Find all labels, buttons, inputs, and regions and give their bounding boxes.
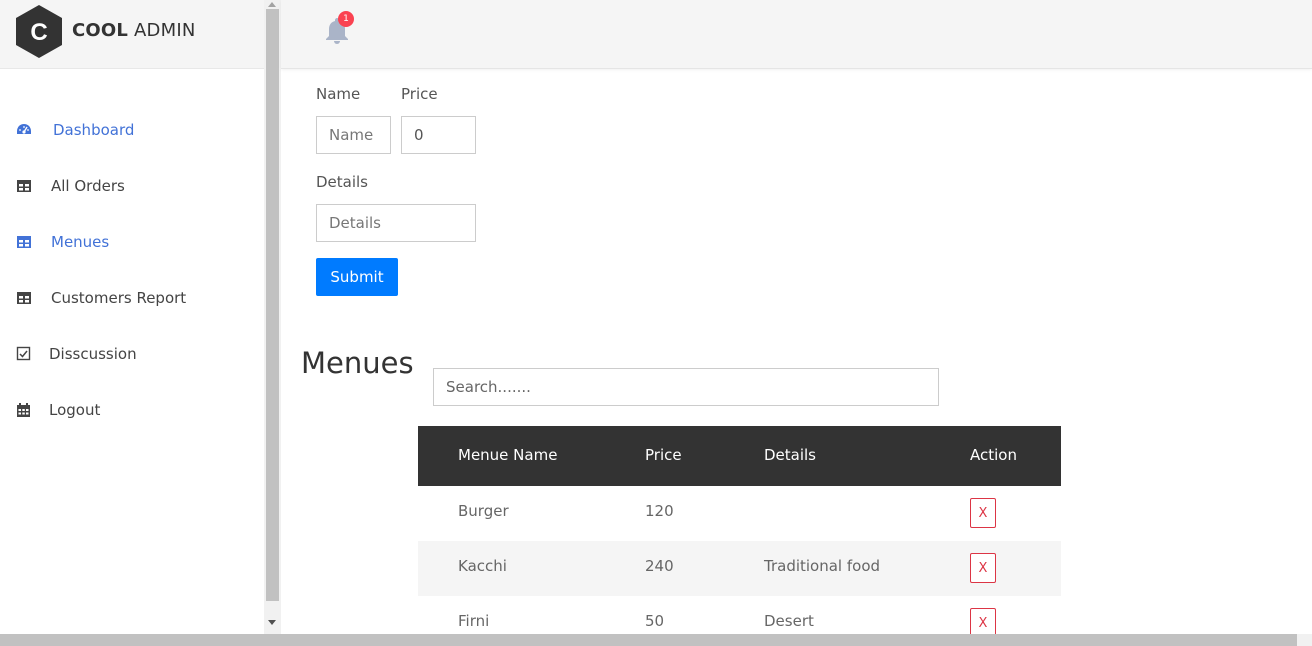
column-header-action: Action (970, 446, 1017, 464)
table-row: Kacchi 240 Traditional food X (418, 541, 1061, 596)
cell-menue-name: Kacchi (458, 557, 507, 575)
logo-letter: C (30, 19, 47, 46)
scrollbar-thumb[interactable] (0, 634, 1297, 646)
brand-name-bold: COOL (72, 20, 129, 41)
notification-badge: 1 (338, 11, 354, 27)
sidebar-item-label: Menues (51, 233, 110, 251)
page-horizontal-scrollbar[interactable] (0, 634, 1312, 646)
table-row: Burger 120 X (418, 486, 1061, 541)
scrollbar-thumb[interactable] (266, 9, 279, 601)
delete-button[interactable]: X (970, 553, 996, 583)
sidebar-item-logout[interactable]: Logout (0, 395, 264, 425)
brand-name[interactable]: COOL ADMIN (72, 20, 196, 41)
sidebar-item-menues[interactable]: Menues (0, 227, 264, 257)
sidebar-item-disscussion[interactable]: Disscussion (0, 339, 264, 369)
name-label: Name (316, 85, 361, 103)
checkbox-icon (16, 346, 31, 361)
sidebar-scrollbar[interactable] (264, 0, 281, 634)
section-title: Menues (301, 346, 414, 380)
sidebar-item-label: Logout (49, 401, 101, 419)
details-label: Details (316, 173, 369, 191)
cell-details: Desert (764, 612, 814, 630)
table-header: Menue Name Price Details Action (418, 426, 1061, 486)
dashboard-gauge-icon (17, 124, 31, 134)
sidebar-item-label: All Orders (51, 177, 125, 195)
table-icon (17, 180, 31, 192)
cell-price: 50 (645, 612, 665, 630)
price-label: Price (401, 85, 438, 103)
sidebar-item-label: Customers Report (51, 289, 187, 307)
table-icon (17, 236, 31, 248)
sidebar: Dashboard All Orders Menues Customers Re… (0, 69, 264, 636)
logo-bar: C COOL ADMIN (0, 0, 264, 69)
sidebar-item-dashboard[interactable]: Dashboard (0, 115, 264, 145)
details-input[interactable] (316, 204, 476, 242)
cell-menue-name: Burger (458, 502, 509, 520)
column-header-price[interactable]: Price (645, 446, 682, 464)
logo-hexagon-icon: C (16, 5, 62, 58)
table-icon (17, 292, 31, 304)
cell-price: 120 (645, 502, 674, 520)
calendar-icon (17, 403, 30, 417)
menues-table: Menue Name Price Details Action Burger 1… (418, 426, 1061, 646)
sidebar-item-all-orders[interactable]: All Orders (0, 171, 264, 201)
column-header-details[interactable]: Details (764, 446, 816, 464)
app-root: C COOL ADMIN Dashboard All Orders Menues… (0, 0, 1312, 646)
name-input[interactable] (316, 116, 391, 154)
sidebar-item-customers-report[interactable]: Customers Report (0, 283, 264, 313)
submit-button[interactable]: Submit (316, 258, 398, 296)
cell-price: 240 (645, 557, 674, 575)
sidebar-item-label: Dashboard (53, 121, 135, 139)
search-input[interactable] (433, 368, 939, 406)
cell-details: Traditional food (764, 557, 881, 575)
column-header-menue-name[interactable]: Menue Name (458, 446, 557, 464)
scroll-down-arrow-icon[interactable] (268, 620, 276, 625)
price-input[interactable] (401, 116, 476, 154)
sidebar-item-label: Disscussion (49, 345, 137, 363)
header: 1 (281, 0, 1312, 69)
scroll-up-arrow-icon[interactable] (268, 2, 276, 7)
brand-name-light: ADMIN (134, 20, 196, 41)
delete-button[interactable]: X (970, 498, 996, 528)
cell-menue-name: Firni (458, 612, 490, 630)
